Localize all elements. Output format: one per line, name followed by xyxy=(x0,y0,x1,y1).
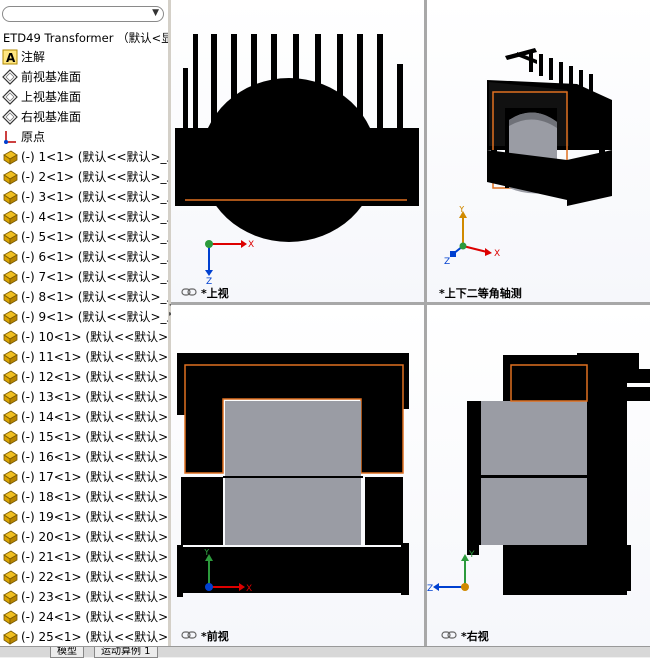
part-icon xyxy=(2,369,18,385)
tree-item-label: (-) 19<1> (默认<<默认>_ xyxy=(21,510,169,524)
part-icon xyxy=(2,509,18,525)
axis-triad-front: Y X xyxy=(203,549,252,594)
part-icon xyxy=(2,229,18,245)
part-icon xyxy=(2,249,18,265)
tree-item-label: (-) 16<1> (默认<<默认>_ xyxy=(21,450,169,464)
tree-item-label: (-) 17<1> (默认<<默认>_ xyxy=(21,470,169,484)
part-icon xyxy=(2,469,18,485)
viewport-right-label: *右视 xyxy=(461,630,489,643)
tab-motion-study[interactable]: 运动算例 1 xyxy=(94,647,158,658)
tree-item-label: (-) 24<1> (默认<<默认>_ xyxy=(21,610,169,624)
viewport-top-label: *上视 xyxy=(201,287,229,300)
part-icon xyxy=(2,329,18,345)
part-icon xyxy=(2,529,18,545)
tree-item-label: (-) 15<1> (默认<<默认>_ xyxy=(21,430,169,444)
part-icon xyxy=(2,389,18,405)
part-icon xyxy=(2,549,18,565)
tree-item-label: (-) 23<1> (默认<<默认>_ xyxy=(21,590,169,604)
tree-item-label: (-) 10<1> (默认<<默认>_ xyxy=(21,330,169,344)
axis-triad-iso: Y X Z xyxy=(444,206,500,266)
axis-z-label: Z xyxy=(427,584,433,594)
axis-triad-right: Y Z xyxy=(427,550,475,594)
part-icon xyxy=(2,269,18,285)
axis-y-label: Y xyxy=(458,206,465,215)
bottom-tab-bar: 模型 运动算例 1 xyxy=(0,646,650,658)
plane-icon xyxy=(2,89,18,105)
tree-item-label: (-) 2<1> (默认<<默认>_显 xyxy=(21,170,169,184)
link-views-icon[interactable] xyxy=(181,288,197,296)
part-icon xyxy=(2,349,18,365)
part-icon xyxy=(2,569,18,585)
axis-triad-top: X Z xyxy=(205,240,254,284)
part-icon xyxy=(2,289,18,305)
axis-x-label: X xyxy=(246,584,252,594)
part-icon xyxy=(2,209,18,225)
tree-item-label: (-) 11<1> (默认<<默认>_ xyxy=(21,350,169,364)
axis-y-label: Y xyxy=(203,549,210,558)
axis-y-label: Y xyxy=(468,550,475,560)
tree-item-label: (-) 9<1> (默认<<默认>_显 xyxy=(21,310,169,324)
viewport-front[interactable]: Y X *前视 xyxy=(171,305,424,646)
part-icon xyxy=(2,309,18,325)
viewport-right[interactable]: Y Z *右视 xyxy=(427,305,650,646)
part-icon xyxy=(2,589,18,605)
axis-x-label: X xyxy=(494,249,500,259)
tree-item-label: (-) 1<1> (默认<<默认>_显 xyxy=(21,150,169,164)
origin-icon xyxy=(2,129,18,145)
part-icon xyxy=(2,629,18,645)
tab-model[interactable]: 模型 xyxy=(50,647,84,658)
tree-item-label: 注解 xyxy=(21,50,46,64)
plane-icon xyxy=(2,69,18,85)
chevron-down-icon[interactable]: ▼ xyxy=(152,8,159,18)
assembly-root-item[interactable]: ETD49 Transformer （默认<显 xyxy=(3,30,168,46)
part-icon xyxy=(2,429,18,445)
link-views-icon[interactable] xyxy=(441,631,457,639)
viewport-divider-vertical[interactable] xyxy=(424,0,427,646)
tree-item-label: (-) 18<1> (默认<<默认>_ xyxy=(21,490,169,504)
part-icon xyxy=(2,609,18,625)
tree-item-label: (-) 20<1> (默认<<默认>_ xyxy=(21,530,169,544)
tree-item-label: (-) 22<1> (默认<<默认>_ xyxy=(21,570,169,584)
tree-item-label: (-) 14<1> (默认<<默认>_ xyxy=(21,410,169,424)
tree-item-label: (-) 5<1> (默认<<默认>_显 xyxy=(21,230,169,244)
viewport-iso-label: *上下二等角轴测 xyxy=(439,287,522,300)
tree-item-label: (-) 8<1> (默认<<默认>_显 xyxy=(21,290,169,304)
axis-z-label: Z xyxy=(444,257,450,266)
tree-item-label: 右视基准面 xyxy=(21,110,82,124)
axis-x-label: X xyxy=(248,240,254,250)
tree-item-label: (-) 12<1> (默认<<默认>_ xyxy=(21,370,169,384)
part-icon xyxy=(2,409,18,425)
part-icon xyxy=(2,489,18,505)
tree-item-label: (-) 6<1> (默认<<默认>_显 xyxy=(21,250,169,264)
tree-item-label: 原点 xyxy=(21,130,46,144)
annotation-icon: A xyxy=(2,49,18,65)
tree-item-label: (-) 3<1> (默认<<默认>_显 xyxy=(21,190,169,204)
tree-filter-input[interactable]: ▼ xyxy=(2,6,164,22)
part-icon xyxy=(2,189,18,205)
tree-item-label: 上视基准面 xyxy=(21,90,82,104)
tree-item-label: (-) 21<1> (默认<<默认>_ xyxy=(21,550,169,564)
part-icon xyxy=(2,149,18,165)
axis-z-label: Z xyxy=(206,277,212,284)
part-icon xyxy=(2,449,18,465)
viewport-top[interactable]: X Z *上视 xyxy=(171,0,424,302)
tree-item-label: (-) 7<1> (默认<<默认>_显 xyxy=(21,270,169,284)
tree-item-label: (-) 13<1> (默认<<默认>_ xyxy=(21,390,169,404)
tree-item-label: 前视基准面 xyxy=(21,70,82,84)
plane-icon xyxy=(2,109,18,125)
viewport-front-label: *前视 xyxy=(201,630,229,643)
viewport-iso[interactable]: Y X Z *上下二等角轴测 xyxy=(427,0,650,302)
tree-item-label: (-) 4<1> (默认<<默认>_显 xyxy=(21,210,169,224)
viewport-divider-horizontal[interactable] xyxy=(171,302,650,305)
part-icon xyxy=(2,169,18,185)
link-views-icon[interactable] xyxy=(181,631,197,639)
svg-text:A: A xyxy=(6,51,16,65)
tree-item-label: (-) 25<1> (默认<<默认>_ xyxy=(21,630,169,644)
feature-tree: ▼ ETD49 Transformer （默认<显 A 注解前视基准面上视基准面右… xyxy=(0,0,169,646)
